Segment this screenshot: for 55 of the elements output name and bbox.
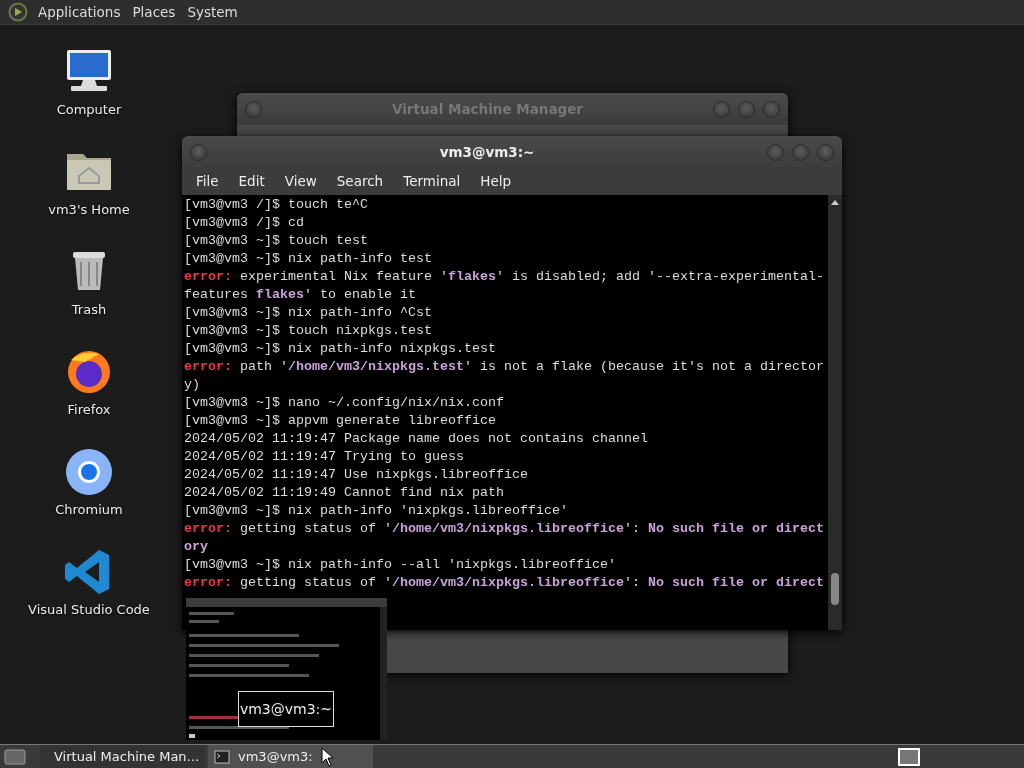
terminal-line: features flakes' to enable it	[184, 286, 417, 304]
mouse-pointer-icon	[320, 746, 333, 767]
menu-item[interactable]: View	[274, 171, 327, 192]
show-desktop-icon	[4, 747, 26, 766]
scrollbar[interactable]	[828, 195, 842, 630]
terminal-line: error: experimental Nix feature 'flakes' is disabled; add '--extra-experimental-	[184, 268, 824, 286]
panel-menu[interactable]: System	[181, 1, 244, 23]
window-title: vm3@vm3:~	[439, 144, 535, 160]
terminal-line: 2024/05/02 11:19:49 Cannot find nix path	[184, 484, 505, 502]
terminal-line: error: getting status of '/home/vm3/nixpkgs.libreoffice': No such file or direct	[184, 520, 824, 538]
desktop-icon-label[interactable]: Chromium	[55, 500, 123, 520]
desktop-icon-label[interactable]: vm3's Home	[48, 200, 130, 220]
terminal-line: y)	[184, 376, 201, 394]
terminal-line: [vm3@vm3 ~]$ nix path-info nixpkgs.test	[184, 340, 497, 358]
taskbar-button[interactable]: Virtual Machine Man…	[40, 745, 205, 768]
window-button[interactable]	[245, 100, 262, 118]
terminal-line: [vm3@vm3 ~]$ nix path-info ^Cst	[184, 304, 433, 322]
terminal-line: [vm3@vm3 /]$ cd	[184, 214, 305, 232]
terminal-line: 2024/05/02 11:19:47 Package name does not contains channel	[184, 430, 649, 448]
terminal-line: error: getting status of '/home/vm3/nixpkgs.libreoffice': No such file or direct	[184, 574, 824, 592]
terminal-line: [vm3@vm3 ~]$ touch nixpkgs.test	[184, 322, 433, 340]
tooltip: vm3@vm3:~	[238, 691, 334, 727]
terminal-line: [vm3@vm3 ~]$ nix path-info --all 'nixpkgs.libreoffice'	[184, 556, 617, 574]
terminal-line: 2024/05/02 11:19:47 Trying to guess	[184, 448, 465, 466]
window-button[interactable]	[190, 143, 207, 161]
menu-item[interactable]: Search	[326, 171, 394, 192]
terminal-line: 2024/05/02 11:19:47 Use nixpkgs.libreoffice	[184, 466, 529, 484]
desktop-icon-label[interactable]: Firefox	[67, 400, 111, 420]
window-button[interactable]	[713, 100, 730, 118]
menu-item[interactable]: Help	[470, 171, 522, 192]
taskbar-button[interactable]: vm3@vm3:	[208, 745, 373, 768]
desktop-icon-label[interactable]: Trash	[71, 300, 107, 320]
menu-item[interactable]: File	[186, 171, 229, 192]
window-button[interactable]	[763, 100, 780, 118]
terminal-icon	[214, 749, 230, 764]
terminal-line: ory	[184, 538, 209, 556]
terminal-line: [vm3@vm3 ~]$ nix path-info 'nixpkgs.libreoffice'	[184, 502, 569, 520]
window-button[interactable]	[738, 100, 755, 118]
window-button[interactable]	[792, 143, 809, 161]
terminal-line: [vm3@vm3 ~]$ touch test	[184, 232, 369, 250]
menu-item[interactable]: Edit	[228, 171, 275, 192]
desktop-icon-label[interactable]: Visual Studio Code	[28, 600, 150, 620]
terminal-line: [vm3@vm3 ~]$ nix path-info test	[184, 250, 433, 268]
chromium-icon	[63, 448, 115, 496]
panel-menu[interactable]: Places	[126, 1, 182, 23]
terminal-line: [vm3@vm3 ~]$ appvm generate libreoffice	[184, 412, 497, 430]
scrollbar-thumb[interactable]	[831, 573, 839, 605]
window-button[interactable]	[817, 143, 834, 161]
terminal-line: [vm3@vm3 /]$ touch te^C	[184, 196, 369, 214]
terminal-line: error: path '/home/vm3/nixpkgs.test' is not a flake (because it's not a director	[184, 358, 824, 376]
terminal-line: [vm3@vm3 ~]$ nano ~/.config/nix/nix.conf	[184, 394, 505, 412]
menu-item[interactable]: Terminal	[393, 171, 471, 192]
desktop-icon-label[interactable]: Computer	[56, 100, 122, 120]
window-button[interactable]	[767, 143, 784, 161]
panel-menu[interactable]: Applications	[32, 1, 127, 23]
